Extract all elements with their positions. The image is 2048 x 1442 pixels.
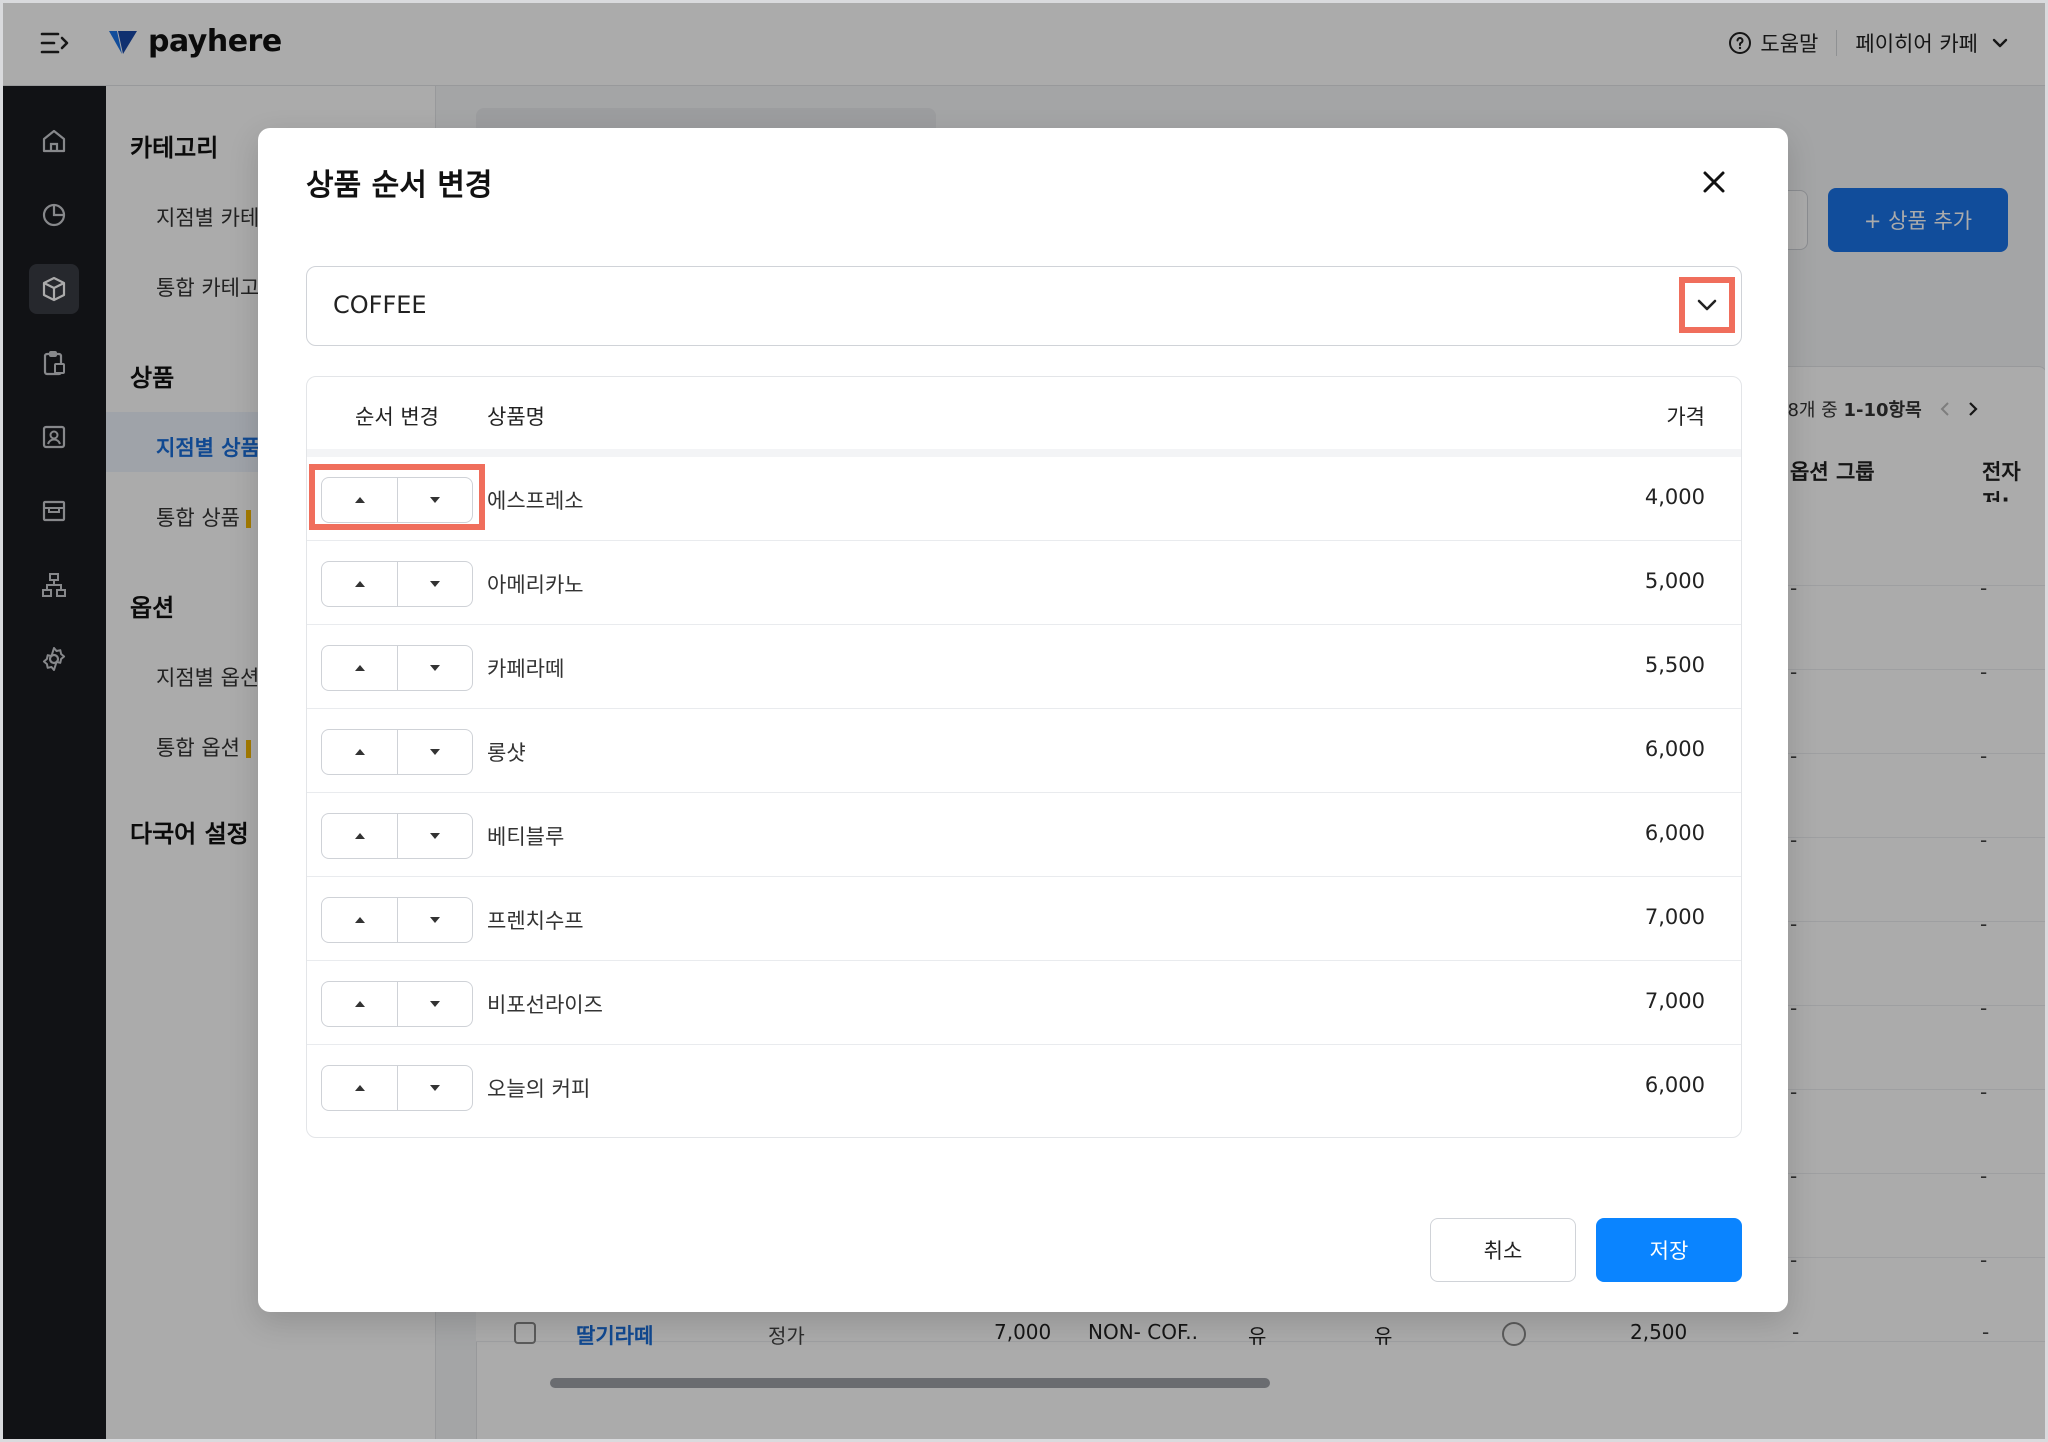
order-stepper xyxy=(321,729,473,775)
move-down-button[interactable] xyxy=(397,1066,472,1110)
caret-up-icon xyxy=(354,1001,365,1007)
move-up-button[interactable] xyxy=(322,730,397,774)
app-root: payhere 도움말 페이히어 카페 카테고리 지점별 카테 통합 카테고 상… xyxy=(0,0,2048,1442)
order-stepper xyxy=(321,897,473,943)
product-price: 6,000 xyxy=(1644,1073,1705,1097)
product-name: 아메리카노 xyxy=(487,573,584,597)
table-row: 베티블루 6,000 xyxy=(307,793,1741,877)
move-up-button[interactable] xyxy=(322,1066,397,1110)
header-product-name: 상품명 xyxy=(487,405,545,429)
table-row: 카페라떼 5,500 xyxy=(307,625,1741,709)
move-up-button[interactable] xyxy=(322,562,397,606)
caret-down-icon xyxy=(430,581,440,587)
header-order: 순서 변경 xyxy=(355,405,439,429)
caret-up-icon xyxy=(354,665,365,671)
product-price: 6,000 xyxy=(1644,737,1705,761)
cancel-button[interactable]: 취소 xyxy=(1430,1218,1576,1282)
order-stepper xyxy=(321,561,473,607)
move-down-button[interactable] xyxy=(397,562,472,606)
table-row: 오늘의 커피 6,000 xyxy=(307,1045,1741,1129)
product-price: 7,000 xyxy=(1644,989,1705,1013)
move-down-button[interactable] xyxy=(397,646,472,690)
caret-down-icon xyxy=(430,1001,440,1007)
product-name: 카페라떼 xyxy=(487,657,565,681)
order-stepper xyxy=(321,477,473,523)
product-price: 7,000 xyxy=(1644,905,1705,929)
product-name: 오늘의 커피 xyxy=(487,1077,591,1101)
table-row: 에스프레소 4,000 xyxy=(307,457,1741,541)
product-price: 4,000 xyxy=(1644,485,1705,509)
product-name: 베티블루 xyxy=(487,825,565,849)
move-down-button[interactable] xyxy=(397,898,472,942)
caret-down-icon xyxy=(430,749,440,755)
product-name: 비포선라이즈 xyxy=(487,993,603,1017)
close-button[interactable] xyxy=(1696,164,1732,200)
product-name: 에스프레소 xyxy=(487,489,584,513)
header-price: 가격 xyxy=(1666,405,1705,429)
caret-up-icon xyxy=(354,833,365,839)
caret-up-icon xyxy=(354,497,365,503)
caret-down-icon xyxy=(430,1085,440,1091)
move-up-button[interactable] xyxy=(322,898,397,942)
move-down-button[interactable] xyxy=(397,982,472,1026)
caret-down-icon xyxy=(430,833,440,839)
category-select-value: COFFEE xyxy=(333,291,427,319)
modal-title: 상품 순서 변경 xyxy=(306,168,493,203)
move-up-button[interactable] xyxy=(322,814,397,858)
table-row: 아메리카노 5,000 xyxy=(307,541,1741,625)
move-up-button[interactable] xyxy=(322,982,397,1026)
save-button[interactable]: 저장 xyxy=(1596,1218,1742,1282)
product-name: 프렌치수프 xyxy=(487,909,584,933)
product-name: 롱샷 xyxy=(487,741,526,765)
reorder-products-modal: 상품 순서 변경 COFFEE 순서 변경 상품명 가격 에스프레소 4,000… xyxy=(258,128,1788,1312)
close-icon xyxy=(1703,171,1725,193)
caret-up-icon xyxy=(354,1085,365,1091)
caret-up-icon xyxy=(354,581,365,587)
caret-up-icon xyxy=(354,917,365,923)
product-price: 5,000 xyxy=(1644,569,1705,593)
caret-down-icon xyxy=(430,665,440,671)
move-down-button[interactable] xyxy=(397,730,472,774)
move-down-button[interactable] xyxy=(397,478,472,522)
category-select-toggle[interactable] xyxy=(1679,277,1735,333)
product-price: 6,000 xyxy=(1644,821,1705,845)
caret-down-icon xyxy=(430,917,440,923)
table-header: 순서 변경 상품명 가격 xyxy=(307,377,1741,457)
move-up-button[interactable] xyxy=(322,646,397,690)
move-down-button[interactable] xyxy=(397,814,472,858)
order-stepper xyxy=(321,981,473,1027)
order-stepper xyxy=(321,813,473,859)
move-up-button[interactable] xyxy=(322,478,397,522)
caret-up-icon xyxy=(354,749,365,755)
table-row: 프렌치수프 7,000 xyxy=(307,877,1741,961)
order-stepper xyxy=(321,645,473,691)
category-select[interactable]: COFFEE xyxy=(306,266,1742,346)
product-order-table: 순서 변경 상품명 가격 에스프레소 4,000 아메리카노 5,000 카페라… xyxy=(306,376,1742,1138)
product-price: 5,500 xyxy=(1644,653,1705,677)
caret-down-icon xyxy=(430,497,440,503)
order-stepper xyxy=(321,1065,473,1111)
chevron-down-icon xyxy=(1697,299,1717,311)
table-row: 롱샷 6,000 xyxy=(307,709,1741,793)
table-row: 비포선라이즈 7,000 xyxy=(307,961,1741,1045)
